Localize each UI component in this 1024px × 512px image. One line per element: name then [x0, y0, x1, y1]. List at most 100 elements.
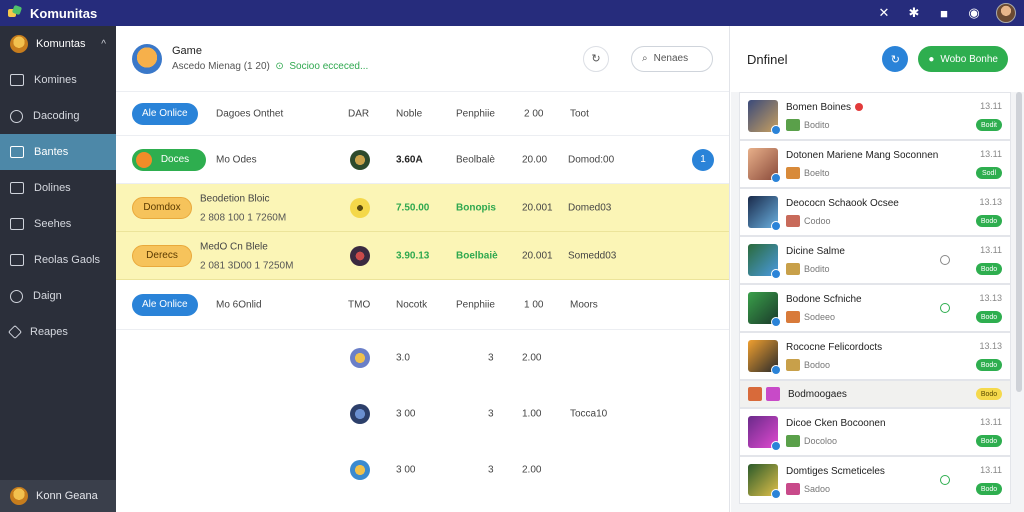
row-value: 3.0	[396, 352, 410, 364]
table-row[interactable]: Derecs MedO Cn Blele 2 081 3D00 1 7250M …	[116, 232, 729, 280]
row-badge[interactable]: Domdox	[132, 196, 192, 219]
chat-icon[interactable]: ◉	[966, 5, 982, 21]
top-icons: ✕ ✱ ■ ◉	[876, 3, 1016, 23]
sidebar-header[interactable]: Komuntas ^	[0, 26, 116, 62]
row-value: 2.00	[522, 352, 542, 364]
sidebar-item-label: Komines	[34, 74, 77, 86]
card-meta: 13.11	[980, 149, 1002, 159]
feed-card[interactable]: Dicoe Cken Bocoonen Docoloo 13.11 Bodo	[739, 408, 1011, 456]
row-name: Mo Odes	[216, 154, 257, 165]
tab-all-online[interactable]: Ale Onlice	[132, 293, 198, 316]
card-sub: Codoo	[804, 215, 831, 226]
feed-card[interactable]: Bomen Boines Bodito 13.11 Bodit	[739, 92, 1011, 140]
sidebar-item-komines[interactable]: Komines	[0, 62, 116, 98]
col-header[interactable]: TMO	[348, 299, 370, 310]
tools-icon[interactable]: ✕	[876, 5, 892, 21]
card-thumbnail	[748, 340, 781, 375]
chevron-up-icon[interactable]: ^	[101, 39, 106, 50]
game-avatar	[132, 43, 162, 74]
help-icon	[10, 289, 23, 303]
row-value: 3 00	[396, 464, 416, 476]
card-tag[interactable]: Sodl	[976, 167, 1002, 179]
table-row[interactable]: Domdox Beodetion Bloic 2 808 100 1 7260M…	[116, 184, 729, 232]
card-tag[interactable]: Bodo	[976, 435, 1002, 447]
card-title: Bomen Boines	[786, 101, 852, 113]
sidebar-item-daign[interactable]: Daign	[0, 278, 116, 314]
feed-card[interactable]: Rococne Felicordocts Bodoo 13.13 Bodo	[739, 332, 1011, 380]
sidebar-item-label: Daign	[33, 290, 62, 302]
app-name: Komunitas	[30, 5, 98, 21]
col-header[interactable]: Penphiie	[456, 299, 495, 310]
game-subtitle: Ascedo Mienag (1 20) ⊙ Socioo ecceced...	[172, 61, 369, 72]
row-name: Beodetion Bloic	[200, 193, 270, 205]
card-meta: 13.11	[980, 465, 1002, 475]
row-badge[interactable]: Derecs	[132, 244, 192, 267]
sidebar: Komuntas ^ Komines Dacoding Bantes Dolin…	[0, 26, 116, 512]
col-header[interactable]: Moors	[570, 299, 598, 310]
refresh-icon[interactable]: ↻	[882, 46, 909, 72]
table-row[interactable]: 3 00 3 1.00 Tocca10	[116, 386, 729, 442]
col-header[interactable]: DAR	[348, 108, 369, 119]
count-badge[interactable]: 1	[692, 148, 714, 171]
feed-card-group[interactable]: Bodmoogaes Bodo	[739, 380, 1011, 408]
card-thumbnail	[748, 100, 781, 135]
feed-card[interactable]: Bodone Scfniche Sodeeo 13.13 Bodo	[739, 284, 1011, 332]
game-icon	[136, 151, 152, 168]
card-tag[interactable]: Bodo	[976, 311, 1002, 323]
card-meta: 13.11	[980, 101, 1002, 111]
card-tag[interactable]: Bodo	[976, 359, 1002, 371]
cta-button[interactable]: ● Wobo Bonhe	[918, 46, 1008, 72]
feed-list: Bomen Boines Bodito 13.11 Bodit Dotonen …	[739, 92, 1011, 504]
card-thumbnail	[748, 416, 781, 451]
sidebar-footer-label: Konn Geana	[36, 490, 98, 502]
table-row[interactable]: Doces Mo Odes 3.60A Beolbalè 20.00 Domod…	[116, 136, 729, 184]
row-value: 2.00	[522, 464, 542, 476]
col-header[interactable]: 1 00	[524, 299, 543, 310]
card-title: Rococne Felicordocts	[786, 341, 883, 353]
player-avatar	[350, 404, 370, 424]
card-tag[interactable]: Bodo	[976, 263, 1002, 275]
player-avatar	[350, 245, 370, 266]
user-avatar[interactable]	[996, 3, 1016, 23]
tab-all-online[interactable]: Ale Onlice	[132, 102, 198, 125]
col-header[interactable]: Nocotk	[396, 299, 427, 310]
settings-icon[interactable]: ✱	[906, 5, 922, 21]
col-header[interactable]: 2 00	[524, 108, 543, 119]
row-value: 3	[488, 464, 494, 476]
feed-card[interactable]: Dicine Salme Bodito 13.11 Bodo	[739, 236, 1011, 284]
table-row[interactable]: 3 00 3 2.00	[116, 442, 729, 498]
refresh-button[interactable]: ↻	[583, 45, 609, 72]
col-header[interactable]: Penphiie	[456, 108, 495, 119]
feed-scrollbar[interactable]	[1016, 92, 1022, 392]
workspace-avatar	[10, 35, 28, 53]
table-label: Dagoes Onthet	[216, 108, 284, 119]
feed-card[interactable]: Domtiges Scmeticeles Sadoo 13.11 Bodo	[739, 456, 1011, 504]
card-title: Dicine Salme	[786, 245, 845, 257]
col-header[interactable]: Noble	[396, 108, 422, 119]
game-status: Socioo ecceced...	[289, 61, 369, 72]
table-row[interactable]: 3.0 3 2.00	[116, 330, 729, 386]
sidebar-item-reapes[interactable]: Reapes	[0, 314, 116, 350]
sidebar-item-reolas-gaols[interactable]: Reolas Gaols	[0, 242, 116, 278]
notification-icon[interactable]: ■	[936, 5, 952, 21]
sidebar-item-bantes[interactable]: Bantes	[0, 134, 116, 170]
feed-card[interactable]: Dotonen Mariene Mang Soconnen Boelto 13.…	[739, 140, 1011, 188]
sidebar-footer[interactable]: Konn Geana	[0, 480, 116, 512]
card-tag[interactable]: Bodit	[976, 119, 1002, 131]
search-button[interactable]: ⌕ Nenaes	[631, 45, 713, 72]
row-value: Tocca10	[570, 408, 608, 420]
card-tag[interactable]: Bodo	[976, 483, 1002, 495]
game-title: Game	[172, 45, 202, 57]
row-value: 3 00	[396, 408, 416, 420]
sidebar-item-dolines[interactable]: Dolines	[0, 170, 116, 206]
sidebar-item-dacoding[interactable]: Dacoding	[0, 98, 116, 134]
col-header[interactable]: Toot	[570, 108, 589, 119]
sidebar-item-seehes[interactable]: Seehes	[0, 206, 116, 242]
feed-card[interactable]: Deococn Schaook Ocsee Codoo 13.13 Bodo	[739, 188, 1011, 236]
brand[interactable]: Komunitas	[8, 4, 98, 21]
card-tag[interactable]: Bodo	[976, 215, 1002, 227]
card-sub: Bodoo	[804, 359, 831, 370]
card-meta: 13.13	[979, 341, 1002, 351]
card-tag[interactable]: Bodo	[976, 388, 1002, 400]
right-panel: Dnfinel ↻ ● Wobo Bonhe Bomen Boines Bodi…	[731, 26, 1024, 512]
